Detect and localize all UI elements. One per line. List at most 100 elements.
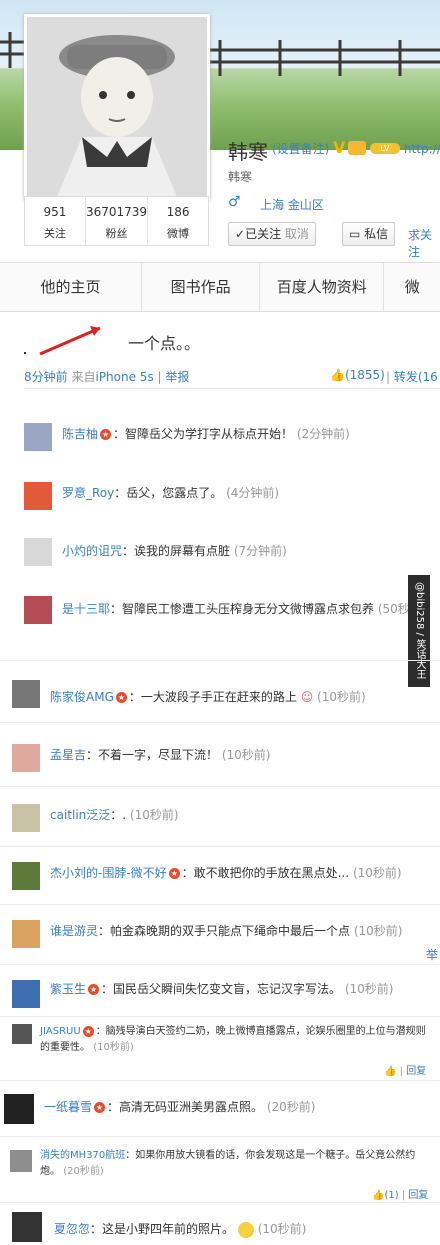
followed-label: 已关注	[245, 227, 282, 241]
comment-time: (10秒前)	[129, 808, 179, 822]
profile-name: 韩寒	[228, 140, 268, 164]
thumbs-up-icon: 👍	[330, 368, 345, 382]
unfollow-link[interactable]: 取消	[285, 227, 309, 241]
avatar[interactable]	[24, 423, 52, 451]
comment-user[interactable]: 孟星吉	[50, 748, 86, 762]
message-button[interactable]: ▭ 私信	[342, 222, 396, 246]
avatar[interactable]	[12, 804, 40, 832]
stat-followers-label: 粉丝	[105, 227, 128, 240]
male-icon: ♂	[228, 194, 241, 210]
tab-more[interactable]: 微	[384, 263, 440, 311]
comment-text: ：岳父，您露点了。	[114, 486, 223, 500]
comment-time: (7分钟前)	[233, 544, 287, 558]
comment-time: (10秒前)	[353, 924, 403, 938]
avatar[interactable]	[12, 1212, 42, 1242]
comment-divider	[0, 1136, 440, 1137]
comment-user[interactable]: 小灼的诅咒	[62, 544, 122, 558]
list-item: 杰小刘的-围脖-微不好 ★ ：敢不敢把你的手放在黑点处... (10秒前)	[50, 864, 402, 881]
comment-time: (20秒前)	[63, 1166, 104, 1177]
like-count: (1)	[384, 1190, 399, 1201]
reply-link[interactable]: 回复	[408, 1190, 428, 1201]
comment-time: (10秒前)	[317, 690, 366, 704]
reply-link[interactable]: 回复	[406, 1066, 426, 1077]
avatar[interactable]	[10, 1150, 32, 1172]
comment-text: ：诶我的屏幕有点脏	[122, 544, 231, 558]
stat-following-count: 951	[43, 205, 67, 219]
watermark-text: @bibi258 / 笑话大王	[408, 575, 430, 687]
vip-icon: ★	[168, 868, 180, 879]
list-item: caitlin泛泛：. (10秒前)	[50, 806, 179, 823]
comment-user[interactable]: 陈家俊AMG	[50, 690, 114, 704]
thumbs-up-icon[interactable]: 👍	[372, 1190, 384, 1201]
profile-avatar[interactable]	[24, 14, 210, 200]
comment-user[interactable]: 陈吉柚	[62, 427, 98, 441]
stat-followers[interactable]: 36701739 粉丝	[86, 197, 149, 245]
vip-icon: ★	[100, 429, 112, 440]
like-count: (1855)	[344, 368, 385, 382]
tab-home[interactable]: 他的主页	[0, 263, 143, 311]
comment-user[interactable]: 是十三耶	[62, 602, 110, 616]
list-item: 一纸暮雪 ★ ：高清无码亚洲美男露点照。 (20秒前)	[44, 1098, 316, 1115]
avatar[interactable]	[4, 1094, 34, 1124]
profile-url-link[interactable]: http://w	[404, 142, 440, 156]
emoji-icon: ☺	[296, 690, 318, 704]
profile-location[interactable]: 上海 金山区	[260, 196, 324, 213]
report-link[interactable]: 举报	[165, 370, 189, 384]
comment-user[interactable]: 罗意_Roy	[62, 486, 114, 500]
stat-weibo[interactable]: 186 微博	[148, 197, 208, 245]
like-button[interactable]: 👍(1855)	[330, 368, 385, 382]
comment-user[interactable]: 谁是游灵	[50, 924, 98, 938]
verified-v-badge: V	[333, 138, 346, 157]
child-portrait-image	[27, 17, 207, 197]
post-time[interactable]: 8分钟前	[24, 370, 68, 384]
avatar[interactable]	[12, 744, 40, 772]
post-divider	[24, 388, 440, 389]
avatar[interactable]	[24, 482, 52, 510]
comment-text: ：智障岳父为学打字从标点开始！	[113, 427, 294, 441]
comment-time: (10秒前)	[93, 1042, 134, 1053]
post-source[interactable]: iPhone 5s	[95, 370, 153, 384]
tab-books[interactable]: 图书作品	[142, 263, 261, 311]
comment-divider	[0, 722, 440, 723]
comment-text: ：高清无码亚洲美男露点照。	[107, 1100, 264, 1114]
list-item: 陈吉柚 ★ ：智障岳父为学打字从标点开始！ (2分钟前)	[62, 425, 350, 442]
followed-button[interactable]: ✓已关注 取消	[228, 222, 316, 246]
post-text: 一个点。。	[128, 334, 201, 353]
comment-divider	[0, 786, 440, 787]
report-link[interactable]: 举	[426, 946, 438, 963]
avatar[interactable]	[24, 596, 52, 624]
comment-user[interactable]: caitlin泛泛	[50, 808, 110, 822]
avatar[interactable]	[12, 862, 40, 890]
set-remark-link[interactable]: (设置备注)	[272, 140, 329, 157]
fence-left-decoration	[0, 32, 24, 68]
ask-follow-link[interactable]: 求关注	[408, 226, 440, 260]
avatar[interactable]	[24, 538, 52, 566]
comment-divider	[0, 904, 440, 905]
comment-user[interactable]: 杰小刘的-围脖-微不好	[50, 866, 167, 880]
avatar[interactable]	[12, 680, 40, 708]
repost-label: 转发(16	[393, 370, 438, 384]
avatar[interactable]	[12, 1024, 32, 1044]
comment-text: ：国民岳父瞬间失忆变文盲，忘记汉字写法。	[101, 982, 342, 996]
comment-user[interactable]: 紫玉生	[50, 982, 86, 996]
stat-weibo-count: 186	[166, 205, 190, 219]
post-source-prefix: 来自	[71, 370, 96, 384]
stat-following[interactable]: 951 关注	[25, 197, 86, 245]
avatar[interactable]	[12, 980, 40, 1008]
comment-divider	[0, 1202, 440, 1203]
comment-user[interactable]: JIASRUU	[40, 1026, 81, 1037]
envelope-icon: ▭	[349, 227, 361, 241]
comment-user[interactable]: 夏忽忽	[54, 1222, 90, 1236]
tab-baidu-profile[interactable]: 百度人物资料	[260, 263, 385, 311]
profile-stats: 951 关注 36701739 粉丝 186 微博	[24, 196, 209, 246]
comment-user[interactable]: 消失的MH370航班	[40, 1150, 125, 1161]
thumbs-up-icon[interactable]: 👍	[384, 1066, 396, 1077]
repost-button[interactable]: | 转发(16	[386, 368, 438, 385]
comment-user[interactable]: 一纸暮雪	[44, 1100, 92, 1114]
comment-time: (4分钟前)	[226, 486, 280, 500]
comment-text: ：智障民工惨遭工头压榨身无分文微博露点求包养	[110, 602, 375, 616]
comment-time: (20秒前)	[266, 1100, 316, 1114]
comment-time: (10秒前)	[221, 748, 271, 762]
comment-divider	[0, 846, 440, 847]
avatar[interactable]	[12, 920, 40, 948]
